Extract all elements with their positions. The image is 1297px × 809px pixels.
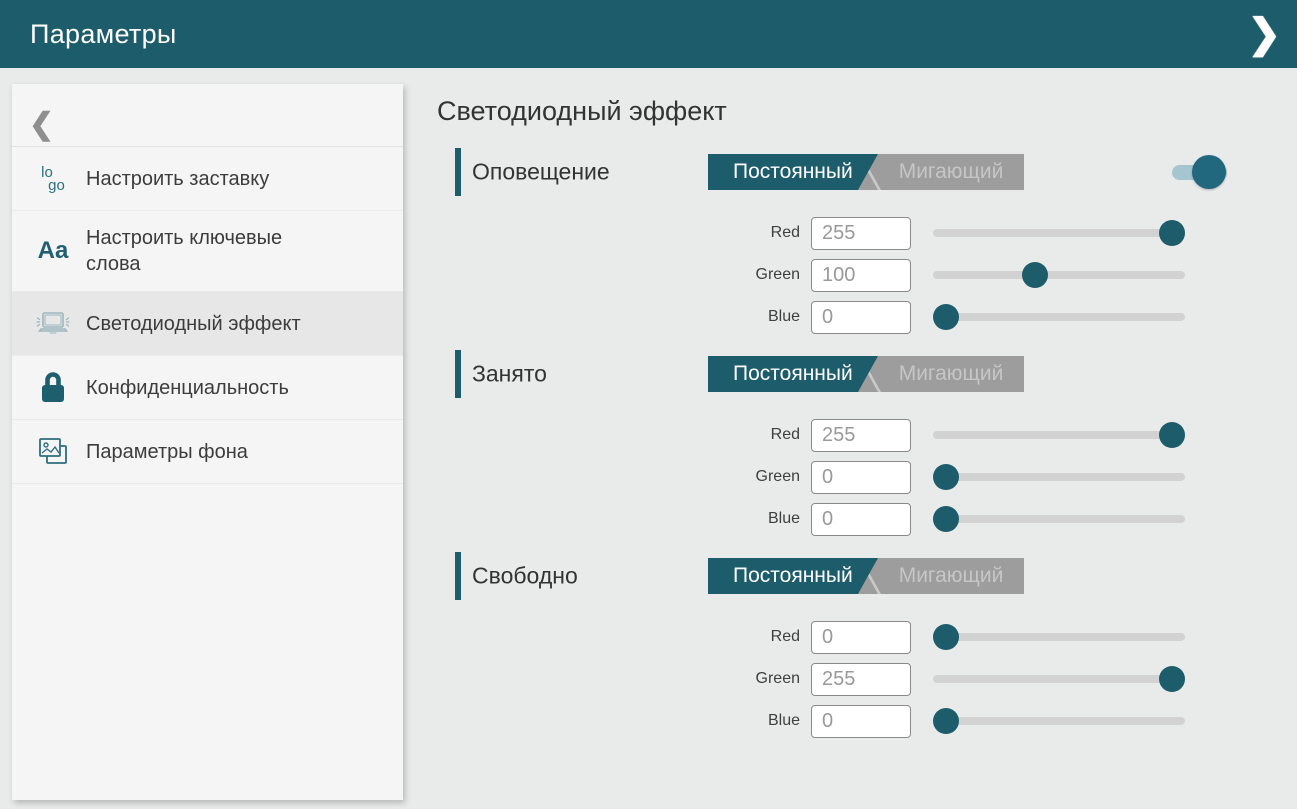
mode-solid-button[interactable]: Постоянный (708, 356, 884, 392)
mode-segmented-control: Постоянный Мигающий (708, 356, 1024, 392)
green-value-input[interactable] (811, 663, 911, 696)
chevron-left-icon: ❮ (29, 110, 54, 140)
red-value-input[interactable] (811, 419, 911, 452)
lock-icon (32, 370, 74, 406)
blue-row: Blue (437, 700, 1247, 742)
slider-thumb[interactable] (1022, 262, 1048, 288)
green-label: Green (437, 266, 800, 284)
toggle-knob (1192, 155, 1226, 189)
red-slider[interactable] (933, 220, 1185, 246)
led-effect-panel: Светодиодный эффект Оповещение Постоянны… (437, 68, 1247, 742)
section-notification: Оповещение Постоянный Мигающий (437, 148, 1247, 338)
red-label: Red (437, 628, 800, 646)
slider-track (933, 271, 1185, 279)
section-title: Оповещение (472, 159, 610, 186)
panel-title: Светодиодный эффект (437, 94, 1247, 128)
red-slider[interactable] (933, 422, 1185, 448)
led-monitor-icon (32, 310, 74, 338)
section-title: Занято (472, 361, 547, 388)
green-row: Green (437, 456, 1247, 498)
blue-value-input[interactable] (811, 503, 911, 536)
green-slider[interactable] (933, 464, 1185, 490)
sidebar-item-screensaver[interactable]: lo go Настроить заставку (12, 147, 403, 211)
slider-track (933, 473, 1185, 481)
settings-sidebar: ❮ lo go Настроить заставку Aa Настроить … (12, 84, 403, 800)
notification-toggle-switch[interactable] (1172, 155, 1228, 189)
accent-bar (455, 552, 461, 600)
blue-value-input[interactable] (811, 301, 911, 334)
blue-row: Blue (437, 498, 1247, 540)
blue-label: Blue (437, 510, 800, 528)
red-label: Red (437, 426, 800, 444)
sidebar-collapse-button[interactable]: ❮ (12, 84, 403, 147)
mode-segmented-control: Постоянный Мигающий (708, 154, 1024, 190)
slider-thumb[interactable] (933, 506, 959, 532)
blue-value-input[interactable] (811, 705, 911, 738)
green-label: Green (437, 468, 800, 486)
section-free: Свободно Постоянный Мигающий Red (437, 552, 1247, 742)
mode-segmented-control: Постоянный Мигающий (708, 558, 1024, 594)
slider-thumb[interactable] (933, 708, 959, 734)
slider-track (933, 229, 1185, 237)
mode-solid-button[interactable]: Постоянный (708, 154, 884, 190)
page-title: Параметры (30, 19, 177, 50)
green-slider[interactable] (933, 262, 1185, 288)
red-row: Red (437, 616, 1247, 658)
slider-track (933, 313, 1185, 321)
logo-icon: lo go (32, 166, 74, 192)
green-slider[interactable] (933, 666, 1185, 692)
sidebar-item-label: Настроить заставку (86, 152, 269, 206)
red-value-input[interactable] (811, 621, 911, 654)
mode-blinking-button[interactable]: Мигающий (878, 154, 1024, 190)
chevron-right-icon[interactable]: ❯ (1247, 14, 1281, 54)
mode-blinking-button[interactable]: Мигающий (878, 558, 1024, 594)
section-busy: Занято Постоянный Мигающий Red (437, 350, 1247, 540)
blue-slider[interactable] (933, 304, 1185, 330)
slider-thumb[interactable] (1159, 220, 1185, 246)
sidebar-item-privacy[interactable]: Конфиденциальность (12, 356, 403, 420)
slider-thumb[interactable] (1159, 666, 1185, 692)
slider-track (933, 717, 1185, 725)
settings-window: Параметры ❯ ❮ lo go Настроить заставку A… (0, 0, 1297, 809)
red-label: Red (437, 224, 800, 242)
sidebar-item-label: Светодиодный эффект (86, 297, 301, 351)
sidebar-item-label: Настроить ключевые слова (86, 211, 331, 291)
red-row: Red (437, 414, 1247, 456)
red-row: Red (437, 212, 1247, 254)
slider-track (933, 675, 1185, 683)
mode-solid-button[interactable]: Постоянный (708, 558, 884, 594)
background-images-icon (32, 435, 74, 469)
accent-bar (455, 350, 461, 398)
section-title: Свободно (472, 563, 578, 590)
slider-thumb[interactable] (1159, 422, 1185, 448)
sidebar-item-led-effect[interactable]: Светодиодный эффект (12, 292, 403, 356)
sidebar-item-label: Конфиденциальность (86, 361, 289, 415)
sidebar-item-label: Параметры фона (86, 425, 248, 479)
app-header: Параметры ❯ (0, 0, 1297, 68)
green-value-input[interactable] (811, 461, 911, 494)
red-value-input[interactable] (811, 217, 911, 250)
red-slider[interactable] (933, 624, 1185, 650)
slider-thumb[interactable] (933, 624, 959, 650)
green-row: Green (437, 254, 1247, 296)
slider-track (933, 431, 1185, 439)
green-row: Green (437, 658, 1247, 700)
blue-slider[interactable] (933, 506, 1185, 532)
blue-row: Blue (437, 296, 1247, 338)
slider-track (933, 515, 1185, 523)
mode-blinking-button[interactable]: Мигающий (878, 356, 1024, 392)
blue-slider[interactable] (933, 708, 1185, 734)
blue-label: Blue (437, 308, 800, 326)
keywords-icon: Aa (32, 239, 74, 263)
sidebar-item-background[interactable]: Параметры фона (12, 420, 403, 484)
blue-label: Blue (437, 712, 800, 730)
green-value-input[interactable] (811, 259, 911, 292)
sidebar-item-keywords[interactable]: Aa Настроить ключевые слова (12, 211, 403, 292)
slider-thumb[interactable] (933, 304, 959, 330)
green-label: Green (437, 670, 800, 688)
slider-thumb[interactable] (933, 464, 959, 490)
slider-track (933, 633, 1185, 641)
accent-bar (455, 148, 461, 196)
